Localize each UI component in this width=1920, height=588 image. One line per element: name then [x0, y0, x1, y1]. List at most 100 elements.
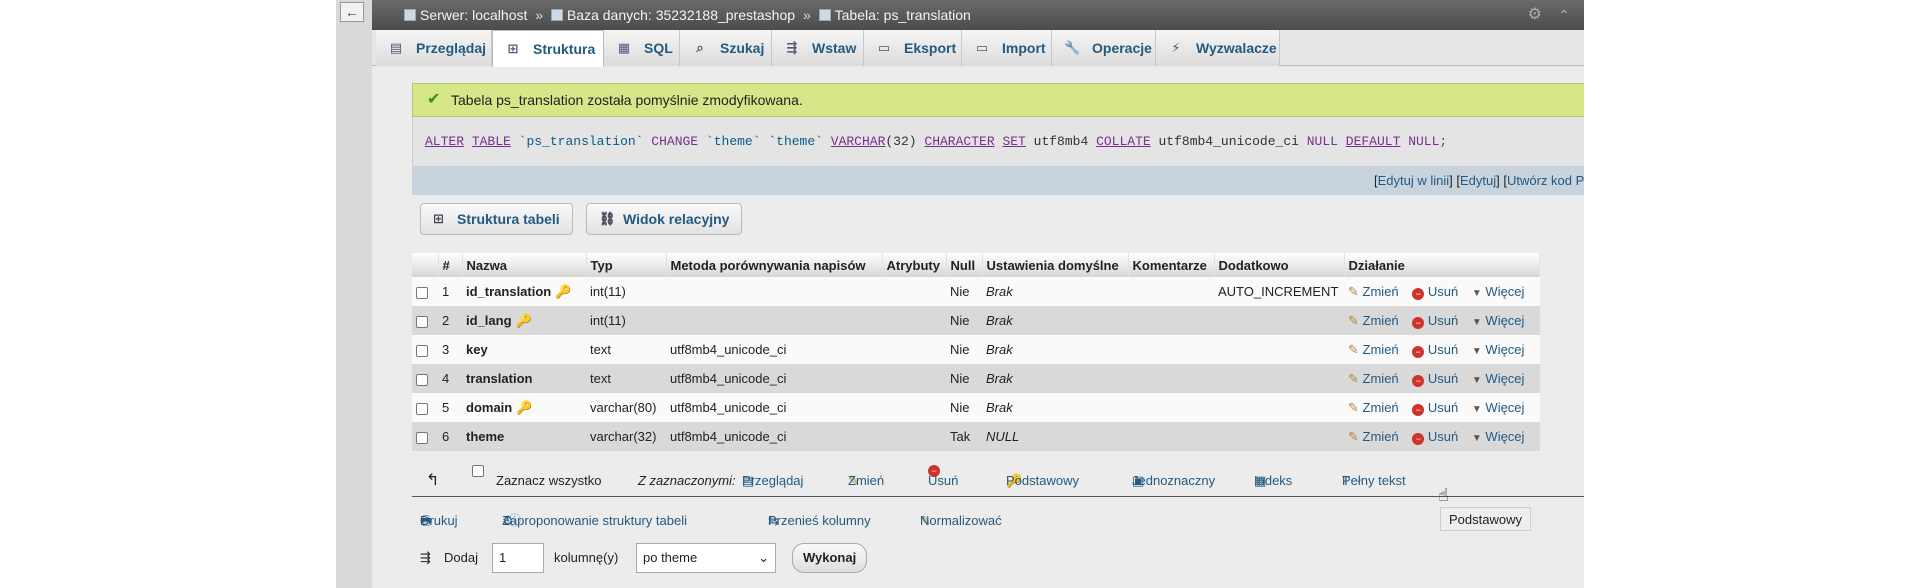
column-header: #	[438, 253, 463, 277]
execute-button[interactable]: Wykonaj	[792, 543, 868, 573]
change-action[interactable]: ✎ Zmień	[1348, 429, 1399, 444]
table-header-row: # Nazwa Typ Metoda porównywania napisów …	[412, 253, 1540, 277]
delete-action[interactable]: − Usuń	[1412, 399, 1459, 416]
help-icon[interactable]: ⓘ	[508, 507, 521, 535]
breadcrumb-server[interactable]: Serwer: localhost	[420, 7, 527, 23]
delete-action[interactable]: − Usuń	[1412, 284, 1458, 300]
field-attributes	[882, 335, 946, 364]
collapse-navigation-icon[interactable]: ←	[340, 2, 364, 22]
row-number: 2	[438, 306, 462, 335]
success-text: Tabela ps_translation została pomyślnie …	[451, 92, 803, 108]
select-value: po theme	[643, 550, 698, 565]
row-number: 4	[438, 364, 462, 393]
sql-keyword[interactable]: COLLATE	[1096, 134, 1151, 149]
position-select[interactable]: po theme ⌄	[636, 543, 776, 573]
row-checkbox[interactable]	[416, 402, 428, 415]
tab-export[interactable]: ▭ Eksport	[864, 30, 962, 66]
column-unit-label: kolumnę(y)	[554, 550, 619, 565]
more-action[interactable]: ▼ Więcej	[1472, 313, 1525, 328]
bulk-label: Jednoznaczny	[1132, 473, 1216, 488]
change-action[interactable]: ✎ Zmień	[1348, 284, 1399, 299]
more-action[interactable]: ▼ Więcej	[1472, 371, 1525, 386]
row-checkbox[interactable]	[416, 373, 428, 386]
dropdown-icon: ▼	[1471, 287, 1482, 299]
more-action[interactable]: ▼ Więcej	[1472, 429, 1525, 444]
tab-insert[interactable]: ⇶ Wstaw	[772, 30, 864, 66]
delete-action[interactable]: − Usuń	[1412, 429, 1458, 445]
field-default: Brak	[982, 306, 1128, 335]
relation-view-button[interactable]: ⛓ Widok relacyjny	[586, 203, 743, 235]
breadcrumb: Serwer: localhost » Baza danych: 3523218…	[372, 0, 1584, 30]
more-action[interactable]: ▼ Więcej	[1472, 284, 1525, 299]
row-checkbox[interactable]	[416, 286, 428, 299]
tab-structure[interactable]: ⊞ Struktura	[492, 30, 604, 67]
server-icon	[404, 9, 416, 21]
table-icon	[818, 9, 831, 21]
action-label: Zmień	[1362, 370, 1399, 386]
field-collation: utf8mb4_unicode_ci	[666, 393, 882, 422]
bracket: ] [	[1449, 173, 1461, 188]
database-icon	[550, 9, 563, 21]
edit-link[interactable]: Edytuj	[1460, 173, 1496, 188]
sql-links: [Edytuj w linii] [Edytuj] [Utwórz kod PH…	[412, 167, 1584, 195]
field-name: key	[466, 342, 488, 357]
more-action[interactable]: ▼ Więcej	[1472, 342, 1525, 357]
delete-action[interactable]: − Usuń	[1412, 342, 1458, 358]
change-action[interactable]: ✎ Zmień	[1348, 371, 1399, 386]
tab-browse[interactable]: ▤ Przeglądaj	[376, 30, 492, 66]
delete-icon: −	[1412, 432, 1425, 445]
sql-keyword[interactable]: CHARACTER	[924, 134, 994, 149]
create-php-link[interactable]: Utwórz kod PHP	[1507, 173, 1584, 188]
sql-keyword[interactable]: ALTER	[425, 134, 464, 149]
row-checkbox[interactable]	[416, 344, 428, 357]
tab-import[interactable]: ▭ Import	[962, 30, 1052, 66]
field-default: Brak	[982, 277, 1128, 306]
tab-search[interactable]: ⌕ Szukaj	[680, 30, 772, 66]
button-label: Struktura tabeli	[457, 211, 560, 227]
tab-operations[interactable]: 🔧 Operacje	[1052, 30, 1156, 66]
action-label: Usuń	[1427, 399, 1459, 415]
tab-label: Wstaw	[812, 40, 857, 56]
breadcrumb-database[interactable]: Baza danych: 35232188_prestashop	[567, 7, 795, 23]
phpmyadmin-window: ← Serwer: localhost » Baza danych: 35232…	[336, 0, 1584, 588]
sql-identifier: `theme`	[705, 134, 761, 149]
delete-action[interactable]: − Usuń	[1412, 313, 1458, 329]
table-row: 5 domain 🔑 varchar(80) utf8mb4_unicode_ci…	[412, 393, 1540, 422]
collapse-icon[interactable]: ⌃	[1558, 0, 1570, 30]
change-action[interactable]: ✎ Zmień	[1348, 400, 1399, 415]
field-comments	[1128, 422, 1214, 451]
table-structure-button[interactable]: ⊞ Struktura tabeli	[420, 203, 573, 235]
tab-sql[interactable]: ▦ SQL	[604, 30, 680, 66]
sql-keyword[interactable]: VARCHAR	[831, 134, 886, 149]
field-type: int(11)	[586, 277, 666, 306]
table-row: 2 id_lang 🔑 int(11) Nie Brak ✎ Zmień − Us…	[412, 306, 1540, 335]
action-label: Więcej	[1485, 312, 1525, 328]
structure-icon: ⊞	[507, 41, 519, 56]
column-header[interactable]: Nazwa	[462, 253, 587, 277]
field-comments	[1128, 277, 1214, 306]
sql-keyword[interactable]: SET	[1002, 134, 1025, 149]
more-action[interactable]: ▼ Więcej	[1472, 400, 1525, 415]
field-attributes	[882, 277, 946, 306]
field-extra	[1214, 364, 1344, 393]
column-count-input[interactable]: 1	[492, 543, 544, 573]
change-action[interactable]: ✎ Zmień	[1348, 313, 1399, 328]
sql-keyword[interactable]: DEFAULT	[1346, 134, 1401, 149]
gear-icon[interactable]: ⚙	[1528, 0, 1542, 30]
tab-triggers[interactable]: ⚡ Wyzwalacze	[1156, 30, 1280, 66]
tool-label: Normalizować	[920, 513, 1002, 528]
bracket: ] [	[1496, 173, 1507, 188]
row-checkbox[interactable]	[416, 431, 428, 444]
dropdown-icon: ▼	[1471, 403, 1482, 415]
column-header: Typ	[586, 253, 667, 277]
column-header: Metoda porównywania napisów	[666, 253, 883, 277]
edit-inline-link[interactable]: Edytuj w linii	[1378, 173, 1450, 188]
change-action[interactable]: ✎ Zmień	[1348, 342, 1399, 357]
breadcrumb-table[interactable]: Tabela: ps_translation	[835, 7, 971, 23]
select-all-label[interactable]: Zaznacz wszystko	[496, 465, 601, 497]
row-checkbox[interactable]	[416, 315, 428, 328]
delete-icon: −	[1412, 345, 1425, 358]
delete-action[interactable]: − Usuń	[1412, 371, 1458, 387]
sql-keyword[interactable]: TABLE	[472, 134, 511, 149]
success-message: ✔ Tabela ps_translation została pomyślni…	[412, 83, 1584, 117]
